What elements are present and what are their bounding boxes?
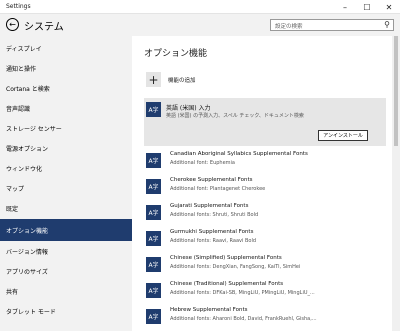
language-feature-icon: A字	[146, 231, 161, 246]
feature-name: Gurmukhi Supplemental Fonts	[170, 229, 254, 235]
sidebar-item-share[interactable]: 共有	[0, 281, 132, 301]
sidebar-item-tablet-mode[interactable]: タブレット モード	[0, 301, 132, 321]
feature-description: Additional font: Euphemia	[170, 160, 235, 166]
sidebar: ディスプレイ 通知と操作 Cortana と検索 音声認識 ストレージ センサー…	[0, 36, 132, 331]
plus-icon: +	[148, 72, 159, 87]
feature-item[interactable]: A字 Hebrew Supplemental Fonts Additional …	[144, 303, 386, 329]
feature-item[interactable]: A字 Chinese (Simplified) Supplemental Fon…	[144, 251, 386, 277]
sidebar-item-storage[interactable]: ストレージ センサー	[0, 118, 132, 138]
feature-description: 英語 (米国) の予測入力、スペル チェック、ドキュメント検索	[166, 113, 304, 119]
sidebar-item-power[interactable]: 電源オプション	[0, 138, 132, 158]
feature-item[interactable]: A字 Canadian Aboriginal Syllabics Supplem…	[144, 147, 386, 173]
feature-description: Additional fonts: Shruti, Shruti Bold	[170, 212, 259, 218]
feature-item[interactable]: A字 Gurmukhi Supplemental Fonts Additiona…	[144, 225, 386, 251]
page-title: システム	[24, 22, 64, 33]
section-title: オプション機能	[144, 49, 208, 59]
search-placeholder: 設定の検索	[275, 24, 303, 30]
back-arrow-icon: ←	[9, 19, 16, 29]
feature-name: Canadian Aboriginal Syllabics Supplement…	[170, 151, 308, 157]
language-feature-icon: A字	[146, 205, 161, 220]
language-feature-icon: A字	[146, 309, 161, 324]
feature-description: Additional fonts: DengXian, FangSong, Ka…	[170, 264, 301, 270]
language-feature-icon: A字	[146, 153, 161, 168]
app-header: ← システム 設定の検索 ⚲	[0, 14, 400, 36]
search-input[interactable]: 設定の検索 ⚲	[270, 19, 394, 31]
language-feature-icon: A字	[146, 102, 161, 117]
scrollbar-thumb[interactable]	[394, 36, 398, 146]
feature-description: Additional fonts: Aharoni Bold, David, F…	[170, 316, 317, 322]
feature-description: Additional font: Plantagenet Cherokee	[170, 186, 266, 192]
feature-name: Cherokee Supplemental Fonts	[170, 177, 253, 183]
selected-feature[interactable]: A字 英語 (米国) 入力 英語 (米国) の予測入力、スペル チェック、ドキュ…	[144, 98, 386, 146]
feature-item[interactable]: A字 Cherokee Supplemental Fonts Additiona…	[144, 173, 386, 199]
title-bar: Settings – ☐ ✕	[0, 0, 400, 14]
maximize-button[interactable]: ☐	[356, 0, 378, 14]
sidebar-item-notifications[interactable]: 通知と操作	[0, 58, 132, 78]
uninstall-button[interactable]: アンインストール	[318, 130, 368, 141]
feature-name: Chinese (Traditional) Supplemental Fonts	[170, 281, 284, 287]
window-title: Settings	[6, 3, 31, 10]
sidebar-item-windowing[interactable]: ウィンドウ化	[0, 158, 132, 178]
feature-name: Hebrew Supplemental Fonts	[170, 307, 248, 313]
sidebar-item-defaults[interactable]: 既定	[0, 198, 132, 218]
main-content: オプション機能 + 機能の追加 A字 英語 (米国) 入力 英語 (米国) の予…	[132, 36, 390, 331]
add-feature-button[interactable]: +	[146, 72, 161, 87]
add-feature-label[interactable]: 機能の追加	[168, 76, 196, 84]
scrollbar[interactable]	[392, 36, 400, 331]
sidebar-item-speech[interactable]: 音声認識	[0, 98, 132, 118]
sidebar-item-display[interactable]: ディスプレイ	[0, 38, 132, 58]
feature-name: Gujarati Supplemental Fonts	[170, 203, 249, 209]
feature-description: Additional fonts: Raavi, Raavi Bold	[170, 238, 257, 244]
back-button[interactable]: ←	[6, 18, 19, 31]
sidebar-item-maps[interactable]: マップ	[0, 178, 132, 198]
feature-item[interactable]: A字 Gujarati Supplemental Fonts Additiona…	[144, 199, 386, 225]
language-feature-icon: A字	[146, 257, 161, 272]
sidebar-item-optional-features[interactable]: オプション機能	[0, 219, 132, 241]
close-button[interactable]: ✕	[378, 0, 400, 14]
language-feature-icon: A字	[146, 283, 161, 298]
sidebar-item-cortana[interactable]: Cortana と検索	[0, 78, 132, 98]
feature-name: 英語 (米国) 入力	[166, 105, 211, 112]
sidebar-item-about[interactable]: バージョン情報	[0, 241, 132, 261]
minimize-button[interactable]: –	[334, 0, 356, 14]
sidebar-item-app-sizes[interactable]: アプリのサイズ	[0, 261, 132, 281]
feature-item[interactable]: A字 Chinese (Traditional) Supplemental Fo…	[144, 277, 386, 303]
language-feature-icon: A字	[146, 179, 161, 194]
feature-name: Chinese (Simplified) Supplemental Fonts	[170, 255, 282, 261]
search-icon[interactable]: ⚲	[384, 20, 390, 29]
feature-description: Additional fonts: DFKai-SB, MingLiU, PMi…	[170, 290, 315, 296]
